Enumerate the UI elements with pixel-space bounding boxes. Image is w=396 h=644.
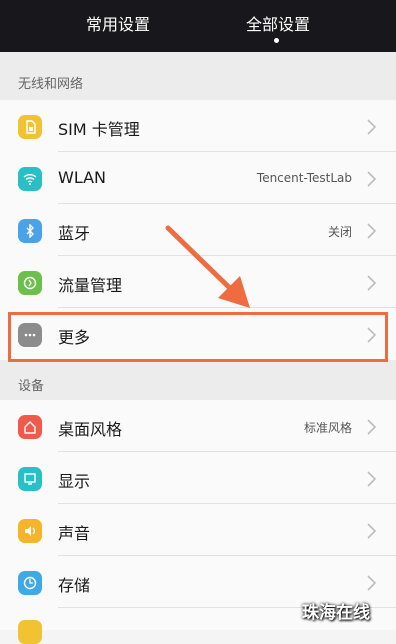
annotation-arrow-icon [165,225,250,308]
watermark-logo: 珠海在线 [302,603,370,623]
